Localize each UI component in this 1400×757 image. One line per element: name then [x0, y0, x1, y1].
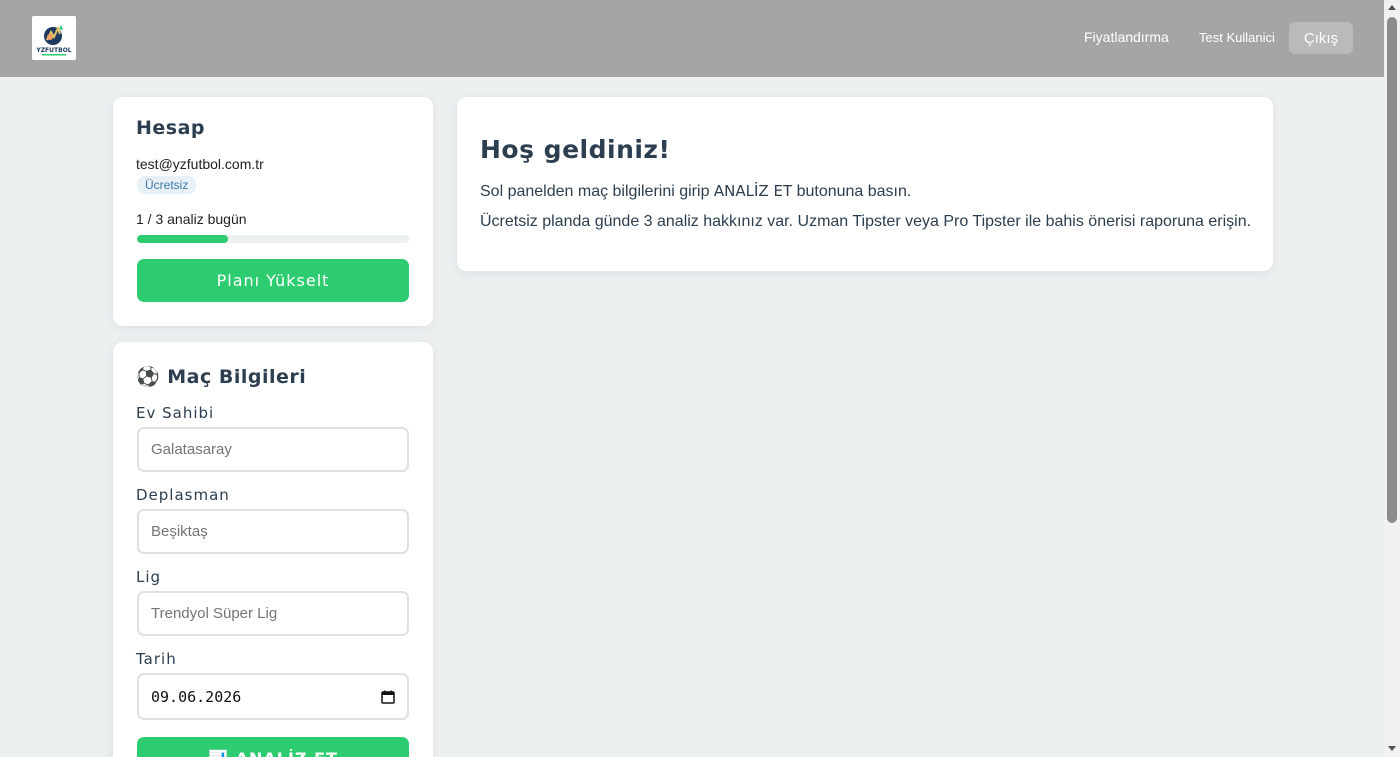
- league-input[interactable]: [137, 591, 409, 636]
- account-title: Hesap: [136, 117, 206, 139]
- welcome-instruction-suffix: butonuna basın.: [792, 183, 912, 200]
- date-value: 09.06.2026: [151, 687, 242, 706]
- match-info-title: ⚽ Maç Bilgileri: [136, 366, 307, 388]
- account-email: test@yzfutbol.com.tr: [136, 156, 264, 172]
- welcome-instruction: Sol panelden maç bilgilerini girip ANALİ…: [480, 182, 911, 201]
- nav-user-name[interactable]: Test Kullanici: [1199, 30, 1275, 45]
- calendar-icon[interactable]: [381, 690, 395, 704]
- yzfutbol-logo[interactable]: YZFUTBOL: [32, 16, 76, 60]
- match-info-card: ⚽ Maç Bilgileri Ev Sahibi Deplasman Lig …: [113, 342, 433, 757]
- logo-graphic: YZFUTBOL: [32, 16, 76, 60]
- welcome-instruction-prefix: Sol panelden maç bilgilerini girip: [480, 183, 714, 200]
- welcome-title: Hoş geldiniz!: [480, 135, 671, 164]
- scroll-thumb[interactable]: [1387, 17, 1397, 523]
- scroll-up-arrow-icon[interactable]: [1388, 5, 1396, 10]
- usage-progress-fill: [137, 235, 228, 243]
- analyze-button[interactable]: 📊 ANALİZ ET: [137, 737, 409, 757]
- account-card: Hesap test@yzfutbol.com.tr Ücretsiz 1 / …: [113, 97, 433, 326]
- usage-text: 1 / 3 analiz bugün: [136, 211, 247, 227]
- plan-badge: Ücretsiz: [137, 176, 197, 194]
- scroll-down-arrow-icon[interactable]: [1388, 746, 1396, 751]
- welcome-plan-info: Ücretsiz planda günde 3 analiz hakkınız …: [480, 213, 1252, 230]
- home-team-label: Ev Sahibi: [136, 404, 215, 422]
- top-navbar: YZFUTBOL Fiyatlandırma Test Kullanici Çı…: [0, 0, 1384, 77]
- upgrade-plan-button[interactable]: Planı Yükselt: [137, 259, 409, 302]
- welcome-instruction-button-ref: ANALİZ ET: [713, 182, 793, 200]
- logo-text: YZFUTBOL: [35, 47, 71, 54]
- usage-progress-bar: [137, 235, 409, 243]
- welcome-card: Hoş geldiniz! Sol panelden maç bilgileri…: [457, 97, 1273, 271]
- nav-pricing-link[interactable]: Fiyatlandırma: [1084, 29, 1169, 45]
- logout-button[interactable]: Çıkış: [1289, 22, 1353, 54]
- home-team-input[interactable]: [137, 427, 409, 472]
- away-team-label: Deplasman: [136, 486, 230, 504]
- page-scrollbar[interactable]: [1384, 0, 1400, 757]
- away-team-input[interactable]: [137, 509, 409, 554]
- date-label: Tarih: [136, 650, 177, 668]
- date-input[interactable]: 09.06.2026: [137, 673, 409, 720]
- league-label: Lig: [136, 568, 162, 586]
